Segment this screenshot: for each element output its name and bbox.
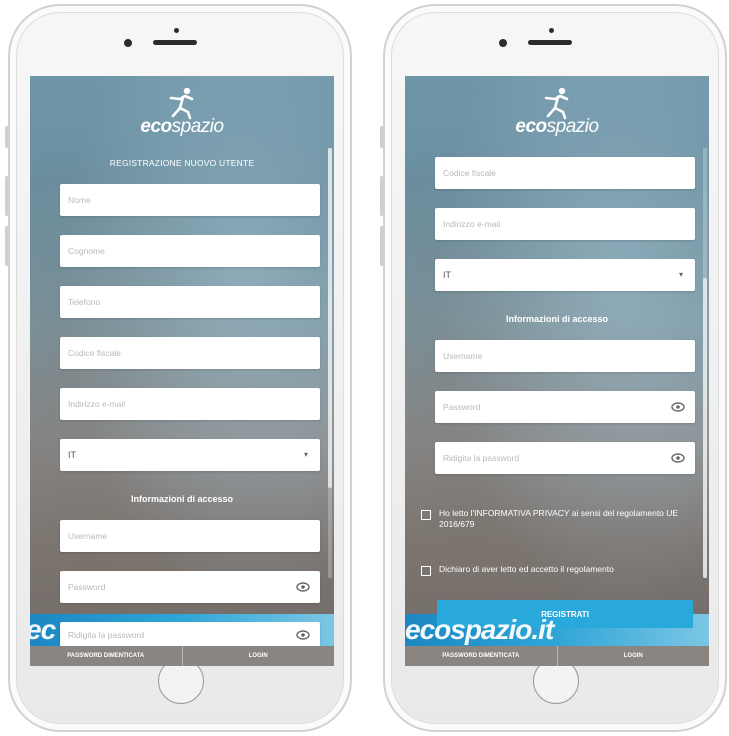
running-man-icon <box>169 87 194 120</box>
email-placeholder: Indirizzo e-mail <box>443 219 501 229</box>
page-title: REGISTRAZIONE NUOVO UTENTE <box>109 158 255 168</box>
bottom-bar: PASSWORD DIMENTICATA LOGIN <box>30 646 334 666</box>
volume-up-button <box>5 176 9 216</box>
repeat-password-input[interactable]: Ridigita la password <box>435 442 695 474</box>
volume-down-button <box>380 226 384 266</box>
username-placeholder: Username <box>68 531 108 541</box>
sensor <box>174 28 179 33</box>
telefono-input[interactable]: Telefono <box>60 286 320 318</box>
sensor <box>549 28 554 33</box>
front-camera <box>499 39 507 47</box>
volume-up-button <box>380 176 384 216</box>
logo: ecospazio <box>405 86 709 138</box>
nome-input[interactable]: Nome <box>60 184 320 216</box>
section-access-label: Informazioni di accesso <box>505 314 609 324</box>
eye-icon[interactable] <box>671 400 685 414</box>
triangle-down-icon: ▾ <box>678 270 683 279</box>
front-camera <box>124 39 132 47</box>
repeat-password-input[interactable]: Ridigita la password <box>60 622 320 648</box>
nome-placeholder: Nome <box>68 195 91 205</box>
scroll-thumb[interactable] <box>328 148 332 488</box>
codice-fiscale-placeholder: Codice fiscale <box>443 168 496 178</box>
triangle-down-icon: ▾ <box>303 450 308 459</box>
repeat-password-placeholder: Ridigita la password <box>443 453 520 463</box>
regolamento-checkbox-row[interactable]: Dichiaro di aver letto ed accetto il reg… <box>421 564 691 576</box>
scrollbar[interactable] <box>703 148 707 578</box>
brand-banner-text: ecospazio.it <box>405 614 554 645</box>
country-value: IT <box>68 450 76 460</box>
privacy-label: Ho letto l'INFORMATIVA PRIVACY ai sensi … <box>439 508 679 529</box>
password-placeholder: Password <box>68 582 106 592</box>
brand-name: ecospazio <box>140 116 224 137</box>
eye-icon[interactable] <box>671 451 685 465</box>
password-input[interactable]: Password <box>435 391 695 423</box>
eye-icon[interactable] <box>296 628 310 642</box>
country-select[interactable]: IT ▾ <box>60 439 320 471</box>
codice-fiscale-input[interactable]: Codice fiscale <box>60 337 320 369</box>
privacy-checkbox[interactable] <box>421 510 431 520</box>
email-input[interactable]: Indirizzo e-mail <box>60 388 320 420</box>
username-input[interactable]: Username <box>60 520 320 552</box>
forgot-password-link[interactable]: PASSWORD DIMENTICATA <box>405 646 558 666</box>
brand-name: ecospazio <box>515 116 599 137</box>
username-placeholder: Username <box>443 351 483 361</box>
mute-switch <box>5 126 9 148</box>
privacy-checkbox-row[interactable]: Ho letto l'INFORMATIVA PRIVACY ai sensi … <box>421 508 691 530</box>
username-input[interactable]: Username <box>435 340 695 372</box>
codice-fiscale-placeholder: Codice fiscale <box>68 348 121 358</box>
speaker <box>153 40 197 45</box>
login-link[interactable]: LOGIN <box>183 646 335 666</box>
telefono-placeholder: Telefono <box>68 297 101 307</box>
cognome-placeholder: Cognome <box>68 246 105 256</box>
cognome-input[interactable]: Cognome <box>60 235 320 267</box>
running-man-icon <box>544 87 569 120</box>
speaker <box>528 40 572 45</box>
login-link[interactable]: LOGIN <box>558 646 710 666</box>
bottom-bar: PASSWORD DIMENTICATA LOGIN <box>405 646 709 666</box>
email-input[interactable]: Indirizzo e-mail <box>435 208 695 240</box>
screen-left: ecospazio REGISTRAZIONE NUOVO UTENTE Nom… <box>30 76 334 666</box>
mute-switch <box>380 126 384 148</box>
country-select[interactable]: IT ▾ <box>435 259 695 291</box>
eye-icon[interactable] <box>296 580 310 594</box>
email-placeholder: Indirizzo e-mail <box>68 399 126 409</box>
phone-frame-left: ecospazio REGISTRAZIONE NUOVO UTENTE Nom… <box>5 4 352 732</box>
brand-banner-text: ec <box>30 614 56 645</box>
logo: ecospazio <box>30 86 334 138</box>
phone-frame-right: ecospazio Codice fiscale Indirizzo e-mai… <box>380 4 727 732</box>
forgot-password-link[interactable]: PASSWORD DIMENTICATA <box>30 646 183 666</box>
section-access-label: Informazioni di accesso <box>130 494 234 504</box>
codice-fiscale-input[interactable]: Codice fiscale <box>435 157 695 189</box>
scrollbar[interactable] <box>328 148 332 578</box>
repeat-password-placeholder: Ridigita la password <box>68 630 145 640</box>
country-value: IT <box>443 270 451 280</box>
volume-down-button <box>5 226 9 266</box>
regolamento-label: Dichiaro di aver letto ed accetto il reg… <box>439 564 614 574</box>
screen-right: ecospazio Codice fiscale Indirizzo e-mai… <box>405 76 709 666</box>
regolamento-checkbox[interactable] <box>421 566 431 576</box>
password-placeholder: Password <box>443 402 481 412</box>
password-input[interactable]: Password <box>60 571 320 603</box>
